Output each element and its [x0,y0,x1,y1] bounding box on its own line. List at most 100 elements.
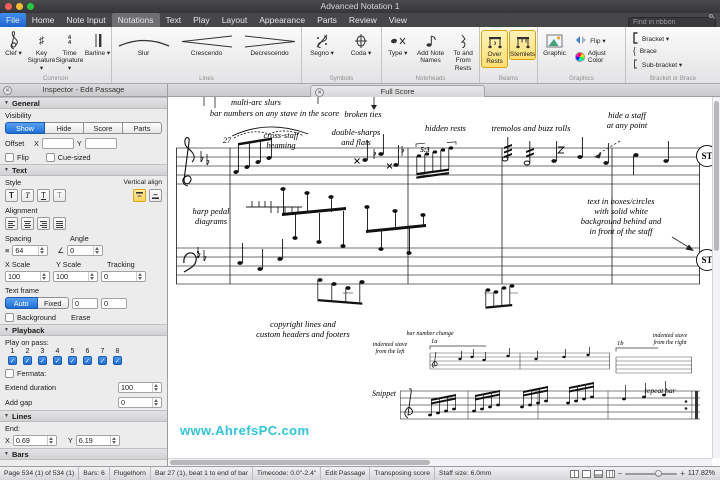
auto-button[interactable]: Auto [5,297,38,309]
bold-button[interactable]: T [5,189,18,202]
score-tab-full-score[interactable]: ✕ Full Score [310,85,485,97]
offset-y-field[interactable] [84,138,117,149]
to-from-rests-button[interactable]: To and From Rests [447,30,479,73]
pass-2-checkbox[interactable]: ✓ [23,356,32,365]
panorama-view-icon[interactable] [593,469,603,478]
tab-parts[interactable]: Parts [311,13,343,27]
tab-home[interactable]: Home [26,13,61,27]
angle-field[interactable]: 0 [67,245,104,256]
frame-height-field[interactable]: 0 [101,297,127,309]
y-scale-field[interactable]: 100 [53,271,98,282]
score-tab-close-icon[interactable]: ✕ [315,87,324,97]
barline-button[interactable]: Barline ▾ [84,30,111,58]
fermata-checkbox[interactable] [5,369,14,378]
align-left-button[interactable] [5,217,18,230]
hide-button[interactable]: Hide [45,122,84,134]
extend-duration-field[interactable]: 100 [118,382,162,393]
tab-text[interactable]: Text [160,13,188,27]
stemlets-button[interactable]: Stemlets [509,30,536,61]
offset-x-field[interactable] [41,138,74,149]
angle-stepper[interactable] [93,246,100,255]
add-note-names-button[interactable]: Add Note Names [415,30,447,66]
align-center-button[interactable] [21,217,34,230]
score-button[interactable]: Score [84,122,123,134]
status-transposing: Transposing score [370,467,435,480]
tab-layout[interactable]: Layout [216,13,254,27]
spacing-field[interactable]: 64 [12,245,49,256]
frame-width-field[interactable]: 0 [72,297,98,309]
horizontal-scrollbar-thumb[interactable] [170,460,430,465]
pass-1-checkbox[interactable]: ✓ [8,356,17,365]
pass-4-checkbox[interactable]: ✓ [53,356,62,365]
segno-button[interactable]: Segno ▾ [303,30,341,58]
background-checkbox[interactable] [5,313,14,322]
graphic-button[interactable]: Graphic [538,30,571,58]
align-justify-button[interactable] [53,217,66,230]
outline-button[interactable]: T [53,189,66,202]
score-canvas[interactable]: multi-arc slurs bar numbers on any stave… [168,97,720,466]
offset-y-label: Y [76,139,82,148]
stemlets-icon [515,32,531,51]
adjust-color-button[interactable]: Adjust Color [572,50,625,64]
key-signature-button[interactable]: ♯ Key Signature ▾ [28,30,56,73]
pass-7-checkbox[interactable]: ✓ [98,356,107,365]
sub-bracket-button[interactable]: Sub-bracket ▾ [628,58,718,71]
spacing-stepper[interactable] [38,246,45,255]
tab-file[interactable]: File [0,13,26,27]
zoom-in-button[interactable]: + [680,469,685,478]
tab-notations[interactable]: Notations [111,13,160,27]
crescendo-button[interactable]: Crescendo [176,30,238,57]
grid-view-icon[interactable] [605,469,615,478]
tab-play[interactable]: Play [187,13,216,27]
beams-over-rests-button[interactable]: Over Rests [481,30,508,68]
horizontal-scrollbar[interactable] [168,458,712,466]
tab-appearance[interactable]: Appearance [253,13,311,27]
section-playback[interactable]: ▼ Playback [0,324,167,336]
section-text[interactable]: ▼ Text [0,164,167,176]
erase-option[interactable]: Erase [71,313,91,322]
tab-note-input[interactable]: Note Input [60,13,111,27]
tab-review[interactable]: Review [343,13,383,27]
section-lines[interactable]: ▼ Lines [0,410,167,422]
tab-view[interactable]: View [383,13,413,27]
fixed-button[interactable]: Fixed [37,297,69,309]
section-bars[interactable]: ▼ Bars [0,448,167,460]
show-button[interactable]: Show [5,122,45,134]
vertical-align-bottom-button[interactable] [149,189,162,202]
zoom-slider[interactable] [625,470,678,477]
pass-3-checkbox[interactable]: ✓ [38,356,47,365]
clef-button[interactable]: Clef ▾ [0,30,27,58]
bracket-button[interactable]: Bracket ▾ [628,31,718,46]
parts-button[interactable]: Parts [123,122,162,134]
flip-checkbox[interactable] [5,153,14,162]
end-x-field[interactable]: 0.69 [12,435,57,446]
flip-button[interactable]: Flip ▾ [572,34,625,48]
pass-8-checkbox[interactable]: ✓ [113,356,122,365]
spread-view-icon[interactable] [569,469,579,478]
decrescendo-button[interactable]: Decrescendo [239,30,301,57]
zoom-slider-thumb[interactable] [655,470,663,477]
time-signature-button[interactable]: 4 4 Time Signature ▾ [56,30,84,73]
italic-button[interactable]: T [21,189,34,202]
slur-button[interactable]: Slur [113,30,175,57]
underline-button[interactable]: T [37,189,50,202]
vertical-scrollbar[interactable] [712,97,720,458]
x-scale-field[interactable]: 100 [5,271,50,282]
inspector-close-icon[interactable]: ✕ [3,86,12,95]
pass-5-checkbox[interactable]: ✓ [68,356,77,365]
cue-sized-checkbox[interactable] [45,153,55,162]
coda-button[interactable]: Coda ▾ [342,30,380,58]
vertical-align-top-button[interactable] [133,189,146,202]
align-right-button[interactable] [37,217,50,230]
section-general[interactable]: ▼ General [0,97,167,109]
brace-button[interactable]: { Brace [628,45,718,58]
tracking-field[interactable]: 0 [101,271,146,282]
vertical-scrollbar-thumb[interactable] [714,101,719,251]
zoom-out-button[interactable]: − [618,469,623,478]
bracket-icon [632,31,639,46]
add-gap-field[interactable]: 0 [118,397,162,408]
notehead-type-button[interactable]: Type ▾ [382,30,414,58]
single-page-view-icon[interactable] [581,469,591,478]
end-y-field[interactable]: 6.19 [75,435,120,446]
pass-6-checkbox[interactable]: ✓ [83,356,92,365]
